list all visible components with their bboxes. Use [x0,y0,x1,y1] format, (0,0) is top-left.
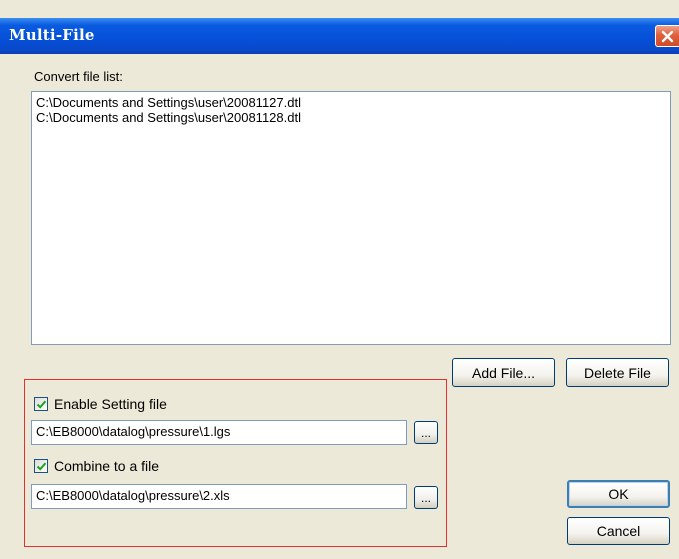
list-item[interactable]: C:\Documents and Settings\user\20081127.… [36,95,666,110]
checkmark-icon [36,462,47,471]
combine-to-file-label: Combine to a file [54,458,160,474]
multi-file-dialog: Multi-File Convert file list: C:\Documen… [0,0,679,559]
close-button[interactable] [655,25,679,47]
enable-setting-checkbox[interactable] [34,397,48,411]
convert-file-list[interactable]: C:\Documents and Settings\user\20081127.… [31,91,671,345]
browse-setting-button[interactable]: ... [414,421,438,444]
window-title: Multi-File [9,26,95,44]
enable-setting-label: Enable Setting file [54,396,167,412]
checkmark-icon [36,400,47,409]
cancel-button[interactable]: Cancel [567,517,670,545]
delete-file-button[interactable]: Delete File [566,358,669,387]
list-item[interactable]: C:\Documents and Settings\user\20081128.… [36,110,666,125]
browse-combine-button[interactable]: ... [414,486,438,509]
close-x-icon [661,30,674,43]
setting-file-path-input[interactable]: C:\EB8000\datalog\pressure\1.lgs [31,420,407,445]
convert-file-list-label: Convert file list: [34,69,123,84]
ok-button[interactable]: OK [567,480,670,508]
combine-file-path-input[interactable]: C:\EB8000\datalog\pressure\2.xls [31,484,407,509]
combine-to-file-checkbox[interactable] [34,459,48,473]
add-file-button[interactable]: Add File... [452,358,555,387]
title-bar[interactable] [0,18,679,54]
